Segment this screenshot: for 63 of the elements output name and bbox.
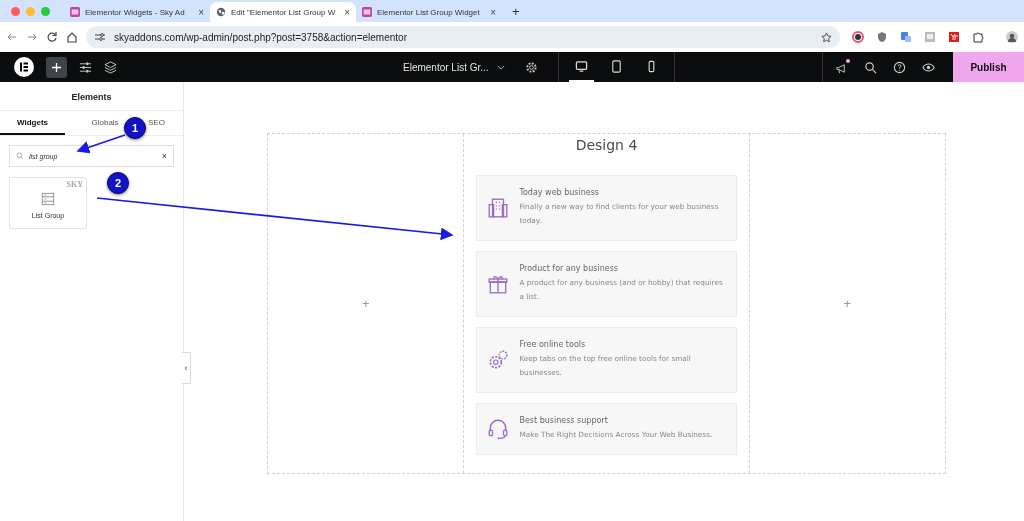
publish-button[interactable]: Publish <box>953 52 1024 82</box>
add-element-button[interactable] <box>46 56 67 78</box>
panel-title: Elements <box>70 91 113 104</box>
back-icon[interactable] <box>6 31 18 43</box>
chevron-down-icon <box>496 64 505 70</box>
shield-icon[interactable] <box>876 31 888 43</box>
section-heading: Design 4 <box>574 136 639 155</box>
item-title: Best business support <box>519 416 609 425</box>
address-bar[interactable]: skyaddons.com/wp-admin/post.php?post=3758&action=elementor <box>86 26 840 48</box>
settings-icon[interactable] <box>524 60 538 74</box>
list-icon <box>41 191 55 206</box>
elementor-logo[interactable] <box>14 57 34 77</box>
search-icon[interactable] <box>864 60 877 74</box>
headset-icon <box>487 418 510 440</box>
gears-icon <box>487 349 510 371</box>
tab-title: Elementor Widgets - Sky Ad <box>85 7 186 17</box>
megaphone-icon <box>835 61 848 75</box>
announcements-button[interactable] <box>835 60 848 74</box>
tablet-icon <box>609 59 623 73</box>
site-favicon-icon <box>70 7 80 17</box>
reload-icon[interactable] <box>46 31 58 43</box>
globe-icon <box>216 7 226 17</box>
tab-title: Elementor List Group Widget <box>377 7 481 17</box>
search-icon <box>16 152 24 160</box>
widget-source-label: SKY <box>66 180 83 189</box>
help-icon[interactable] <box>893 60 906 74</box>
browser-tab[interactable]: Edit "Elementor List Group W × <box>210 2 356 22</box>
home-icon[interactable] <box>66 31 78 43</box>
clear-search-button[interactable]: × <box>161 151 167 161</box>
gift-icon <box>487 273 510 295</box>
building-icon <box>487 197 510 219</box>
settings-sliders-icon[interactable] <box>79 60 92 74</box>
collapse-panel-button[interactable]: ‹ <box>182 352 191 384</box>
preview-eye-icon[interactable] <box>922 60 935 74</box>
annotation-arrow <box>76 134 126 154</box>
item-title: Today web business <box>519 188 601 197</box>
puzzle-icon[interactable] <box>972 31 984 43</box>
layers-icon[interactable] <box>104 60 117 74</box>
item-title: Free online tools <box>519 340 587 349</box>
forward-icon[interactable] <box>26 31 38 43</box>
new-tab-button[interactable]: + <box>512 3 520 19</box>
panel-tab[interactable]: Widgets <box>0 111 65 135</box>
close-tab-button[interactable]: × <box>198 6 204 18</box>
translate-icon[interactable] <box>900 31 912 43</box>
bookmark-star-icon[interactable] <box>821 31 832 43</box>
site-settings-icon[interactable] <box>94 31 106 43</box>
extension-icon[interactable] <box>852 31 864 43</box>
step-number-badge: 1 <box>124 117 146 139</box>
profile-avatar[interactable] <box>1006 31 1018 43</box>
browser-tab[interactable]: Elementor List Group Widget × <box>356 2 502 22</box>
panel-tab[interactable]: SEO <box>145 111 168 135</box>
desktop-icon <box>574 59 588 73</box>
document-title-dropdown[interactable]: Elementor List Gr... <box>403 61 505 73</box>
step-number-badge: 2 <box>107 172 129 194</box>
close-tab-button[interactable]: × <box>490 6 496 18</box>
panel-tab[interactable]: Globals <box>88 111 122 135</box>
item-title: Product for any business <box>519 264 619 273</box>
site-favicon-icon <box>362 7 372 17</box>
plus-icon <box>51 61 62 73</box>
browser-tab[interactable]: Elementor Widgets - Sky Ad × <box>64 2 210 22</box>
url-text: skyaddons.com/wp-admin/post.php?post=3758&action=elementor <box>114 31 408 43</box>
tab-title: Edit "Elementor List Group W <box>231 7 337 17</box>
close-tab-button[interactable]: × <box>344 6 350 18</box>
